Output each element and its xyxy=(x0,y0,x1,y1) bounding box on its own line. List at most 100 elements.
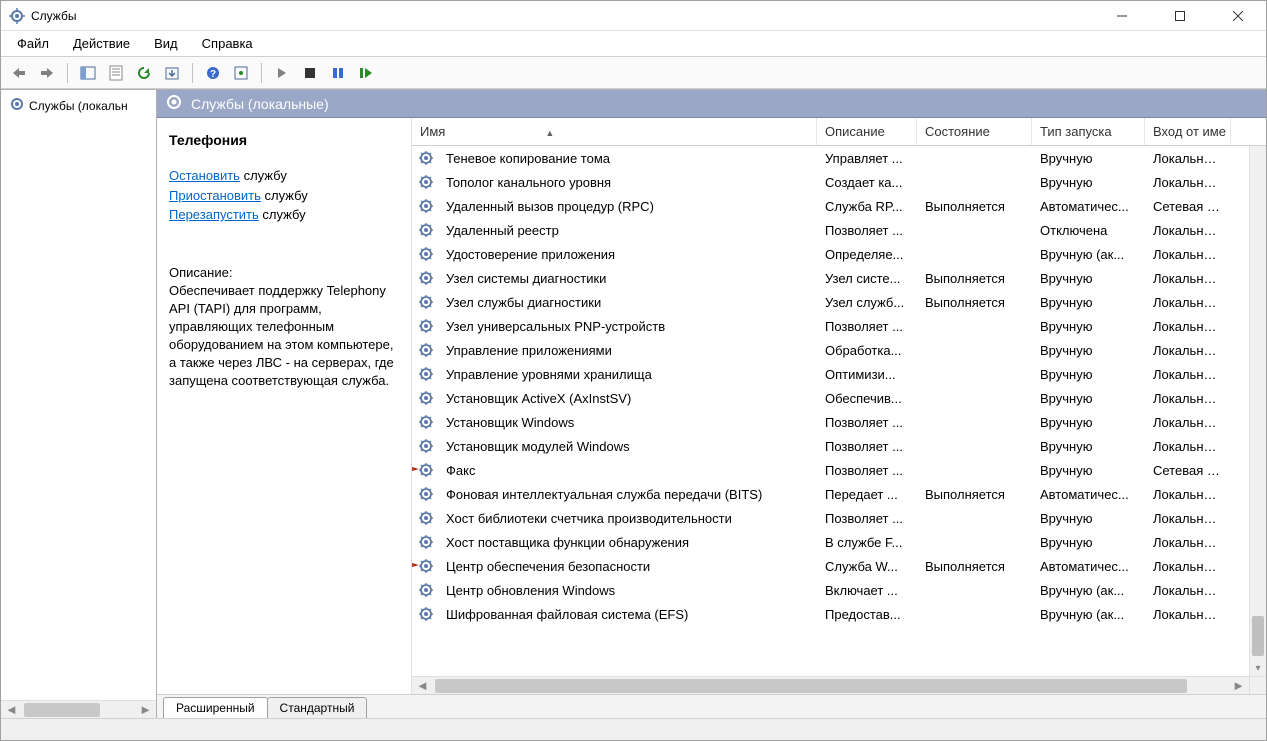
horizontal-scrollbar[interactable]: ◄ ► xyxy=(412,676,1249,694)
detail-panel: Телефония Остановить службу Приостановит… xyxy=(157,118,412,694)
cell-desc: Позволяет ... xyxy=(817,415,917,430)
cell-desc: Позволяет ... xyxy=(817,463,917,478)
refresh-button[interactable] xyxy=(132,61,156,85)
service-row[interactable]: Установщик модулей WindowsПозволяет ... В… xyxy=(412,434,1266,458)
cell-name: Удостоверение приложения xyxy=(438,247,817,262)
help2-button[interactable] xyxy=(229,61,253,85)
cell-name: Удаленный вызов процедур (RPC) xyxy=(438,199,817,214)
menu-file[interactable]: Файл xyxy=(7,32,59,55)
service-gear-icon xyxy=(418,390,434,406)
service-gear-icon xyxy=(418,174,434,190)
cell-logon: Локальная с xyxy=(1145,367,1231,382)
help-button[interactable]: ? xyxy=(201,61,225,85)
service-row[interactable]: Хост библиотеки счетчика производительно… xyxy=(412,506,1266,530)
service-row[interactable]: Управление уровнями хранилищаОптимизи...… xyxy=(412,362,1266,386)
cell-name: Установщик Windows xyxy=(438,415,817,430)
service-row[interactable]: Удаленный вызов процедур (RPC)Служба RP.… xyxy=(412,194,1266,218)
service-row[interactable]: ФаксПозволяет ...ВручнуюСетевая слу xyxy=(412,458,1266,482)
cell-start: Вручную xyxy=(1032,439,1145,454)
cell-desc: Передает ... xyxy=(817,487,917,502)
service-row[interactable]: Установщик ActiveX (AxInstSV)Обеспечив..… xyxy=(412,386,1266,410)
tree-root-services[interactable]: Службы (локальн xyxy=(5,94,152,117)
cell-logon: Локальная с xyxy=(1145,271,1231,286)
cell-start: Вручную xyxy=(1032,391,1145,406)
tree-root-label: Службы (локальн xyxy=(29,99,128,113)
cell-logon: Локальная с xyxy=(1145,391,1231,406)
stop-service-button[interactable] xyxy=(298,61,322,85)
cell-desc: Узел систе... xyxy=(817,271,917,286)
col-header-state[interactable]: Состояние xyxy=(917,118,1032,145)
service-row[interactable]: Теневое копирование томаУправляет ...Вру… xyxy=(412,146,1266,170)
cell-state: Выполняется xyxy=(917,559,1032,574)
properties-button[interactable] xyxy=(104,61,128,85)
show-hide-tree-button[interactable] xyxy=(76,61,100,85)
service-row[interactable]: Тополог канального уровняСоздает ка...Вр… xyxy=(412,170,1266,194)
menu-view[interactable]: Вид xyxy=(144,32,188,55)
service-gear-icon xyxy=(418,246,434,262)
service-row[interactable]: Хост поставщика функции обнаруженияВ слу… xyxy=(412,530,1266,554)
maximize-button[interactable] xyxy=(1160,4,1200,28)
view-tabs: Расширенный Стандартный xyxy=(157,694,1266,718)
close-button[interactable] xyxy=(1218,4,1258,28)
toolbar-separator xyxy=(67,63,68,83)
tab-standard[interactable]: Стандартный xyxy=(267,697,368,718)
cell-start: Вручную (ак... xyxy=(1032,607,1145,622)
service-row[interactable]: Узел системы диагностикиУзел систе...Вып… xyxy=(412,266,1266,290)
tree-horizontal-scrollbar[interactable]: ◄ ► xyxy=(1,700,156,718)
cell-desc: Служба RP... xyxy=(817,199,917,214)
restart-link[interactable]: Перезапустить xyxy=(169,207,259,222)
content-header-label: Службы (локальные) xyxy=(191,96,329,112)
cell-start: Автоматичес... xyxy=(1032,487,1145,502)
service-gear-icon xyxy=(418,318,434,334)
service-gear-icon xyxy=(418,198,434,214)
col-header-start[interactable]: Тип запуска xyxy=(1032,118,1145,145)
back-button[interactable] xyxy=(7,61,31,85)
sort-ascending-icon: ▲ xyxy=(545,128,554,138)
cell-logon: Локальная с xyxy=(1145,151,1231,166)
forward-button[interactable] xyxy=(35,61,59,85)
cell-name: Установщик модулей Windows xyxy=(438,439,817,454)
export-button[interactable] xyxy=(160,61,184,85)
cell-start: Вручную xyxy=(1032,463,1145,478)
menu-help[interactable]: Справка xyxy=(192,32,263,55)
col-header-desc[interactable]: Описание xyxy=(817,118,917,145)
service-row[interactable]: Установщик WindowsПозволяет ...ВручнуюЛо… xyxy=(412,410,1266,434)
service-row[interactable]: Центр обеспечения безопасностиСлужба W..… xyxy=(412,554,1266,578)
service-row[interactable]: Узел универсальных PNP-устройствПозволяе… xyxy=(412,314,1266,338)
service-row[interactable]: Шифрованная файловая система (EFS)Предос… xyxy=(412,602,1266,626)
content-body: Телефония Остановить службу Приостановит… xyxy=(157,118,1266,694)
pause-link[interactable]: Приостановить xyxy=(169,188,261,203)
menu-action[interactable]: Действие xyxy=(63,32,140,55)
minimize-button[interactable] xyxy=(1102,4,1142,28)
col-header-logon[interactable]: Вход от име xyxy=(1145,118,1231,145)
cell-desc: Узел служб... xyxy=(817,295,917,310)
service-gear-icon xyxy=(418,582,434,598)
toolbar-separator xyxy=(192,63,193,83)
cell-start: Вручную (ак... xyxy=(1032,247,1145,262)
service-row[interactable]: Удаленный реестрПозволяет ...ОтключенаЛо… xyxy=(412,218,1266,242)
scroll-thumb[interactable] xyxy=(1252,616,1264,656)
tab-extended[interactable]: Расширенный xyxy=(163,697,268,718)
gear-icon xyxy=(9,96,25,115)
service-gear-icon xyxy=(418,150,434,166)
service-row[interactable]: Фоновая интеллектуальная служба передачи… xyxy=(412,482,1266,506)
start-service-button[interactable] xyxy=(270,61,294,85)
service-row[interactable]: Удостоверение приложенияОпределяе...Вруч… xyxy=(412,242,1266,266)
service-row[interactable]: Управление приложениямиОбработка...Вручн… xyxy=(412,338,1266,362)
cell-logon: Локальная с xyxy=(1145,535,1231,550)
cell-logon: Локальная с xyxy=(1145,583,1231,598)
service-row[interactable]: Центр обновления WindowsВключает ...Вруч… xyxy=(412,578,1266,602)
cell-desc: Включает ... xyxy=(817,583,917,598)
pause-service-button[interactable] xyxy=(326,61,350,85)
cell-desc: Позволяет ... xyxy=(817,439,917,454)
vertical-scrollbar[interactable]: ▾ xyxy=(1249,146,1266,676)
list-header: Имя▲ Описание Состояние Тип запуска Вход… xyxy=(412,118,1266,146)
service-gear-icon xyxy=(418,510,434,526)
service-row[interactable]: Узел службы диагностикиУзел служб...Выпо… xyxy=(412,290,1266,314)
stop-link[interactable]: Остановить xyxy=(169,168,240,183)
restart-service-button[interactable] xyxy=(354,61,378,85)
col-header-name[interactable]: Имя▲ xyxy=(412,118,817,145)
titlebar: Службы xyxy=(1,1,1266,31)
cell-start: Вручную (ак... xyxy=(1032,583,1145,598)
cell-logon: Сетевая слу xyxy=(1145,199,1231,214)
